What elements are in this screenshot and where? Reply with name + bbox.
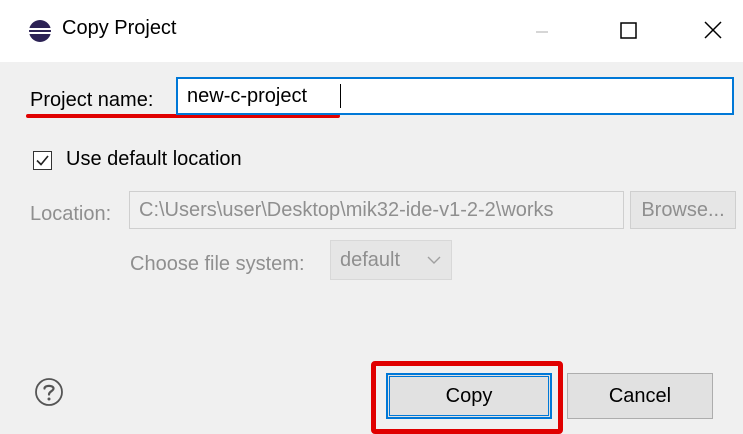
file-system-select: default xyxy=(330,240,452,280)
question-mark-icon[interactable] xyxy=(34,377,64,407)
eclipse-icon xyxy=(29,20,51,42)
text-caret xyxy=(340,84,341,108)
copy-button[interactable]: Copy xyxy=(386,373,552,419)
copy-button-focus-ring xyxy=(389,376,549,416)
close-button[interactable] xyxy=(683,10,743,50)
minimize-icon xyxy=(536,31,548,33)
chevron-down-icon xyxy=(427,256,441,264)
cancel-button[interactable]: Cancel xyxy=(567,373,713,419)
close-icon xyxy=(704,21,722,39)
maximize-button[interactable] xyxy=(598,10,658,50)
file-system-value: default xyxy=(340,249,401,271)
use-default-location-label[interactable]: Use default location xyxy=(66,148,242,171)
browse-button: Browse... xyxy=(630,191,736,229)
file-system-label: Choose file system: xyxy=(130,253,305,275)
project-name-input[interactable]: new-c-project xyxy=(176,77,734,115)
checkmark-icon xyxy=(36,155,49,166)
minimize-button[interactable] xyxy=(512,10,572,50)
location-field: C:\Users\user\Desktop\mik32-ide-v1-2-2\w… xyxy=(129,191,624,229)
dialog-body: Project name: new-c-project Use default … xyxy=(0,62,743,434)
use-default-location-checkbox[interactable] xyxy=(33,151,52,170)
window-title: Copy Project xyxy=(62,17,177,39)
title-bar: Copy Project xyxy=(0,0,743,62)
project-name-label: Project name: xyxy=(30,89,154,111)
location-label: Location: xyxy=(30,203,112,225)
maximize-icon xyxy=(620,22,637,39)
